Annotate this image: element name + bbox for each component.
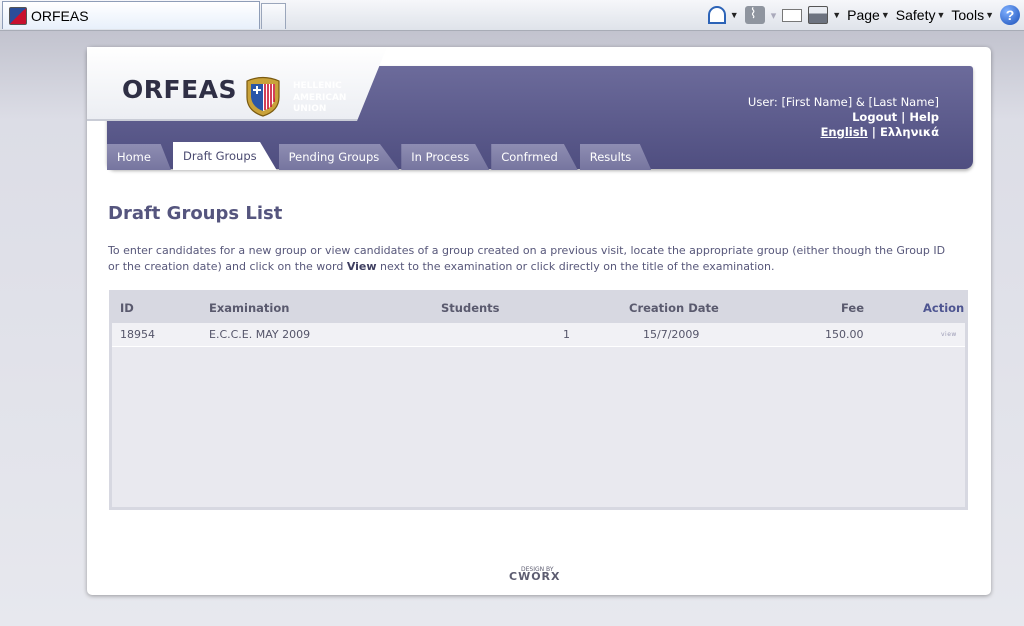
tab-results[interactable]: Results bbox=[579, 144, 652, 170]
language-english-link[interactable]: English bbox=[821, 125, 868, 139]
safety-menu[interactable]: Safety ▼ bbox=[896, 7, 946, 23]
help-link[interactable]: Help bbox=[909, 110, 939, 124]
page-title: Draft Groups List bbox=[108, 203, 283, 224]
browser-toolbar: ORFEAS ▼ ▾ ▼ Page▼ Safety▼ Tools▼ ? bbox=[0, 0, 1024, 31]
tab-confirmed[interactable]: Confrmed bbox=[491, 144, 578, 170]
logout-link[interactable]: Logout bbox=[852, 110, 897, 124]
view-keyword: View bbox=[346, 260, 377, 273]
column-header-examination[interactable]: Examination bbox=[209, 293, 289, 323]
column-header-action: Action bbox=[923, 301, 965, 315]
tab-pending-groups[interactable]: Pending Groups bbox=[278, 144, 400, 170]
print-dropdown-icon[interactable]: ▼ bbox=[832, 10, 841, 20]
org-name: HELLENIC AMERICAN UNION bbox=[293, 81, 347, 114]
column-header-fee[interactable]: Fee bbox=[841, 293, 864, 323]
user-name: User: [First Name] & [Last Name] bbox=[747, 95, 939, 109]
chevron-down-icon: ▼ bbox=[880, 10, 890, 20]
chevron-down-icon: ▼ bbox=[985, 10, 994, 20]
cell-examination-link[interactable]: E.C.C.E. MAY 2009 bbox=[209, 323, 310, 347]
column-header-students[interactable]: Students bbox=[441, 293, 500, 323]
tab-in-process[interactable]: In Process bbox=[401, 144, 490, 170]
tools-menu[interactable]: Tools ▼ bbox=[951, 7, 994, 23]
cell-creation-date: 15/7/2009 bbox=[643, 328, 700, 341]
language-greek-link[interactable]: Ελληνικά bbox=[880, 125, 939, 139]
cell-id: 18954 bbox=[120, 328, 155, 341]
chevron-down-icon: ▼ bbox=[936, 10, 946, 20]
mail-icon[interactable] bbox=[782, 8, 803, 22]
page-menu[interactable]: Page ▼ bbox=[847, 7, 890, 23]
table-header: ID Examination Students Creation Date Fe… bbox=[112, 293, 965, 323]
home-dropdown-icon[interactable]: ▼ bbox=[730, 10, 739, 20]
user-panel: User: [First Name] & [Last Name] Logout … bbox=[747, 95, 939, 139]
tab-home[interactable]: Home bbox=[107, 144, 171, 170]
draft-groups-table: ID Examination Students Creation Date Fe… bbox=[109, 290, 968, 510]
command-bar: ▼ ▾ ▼ Page▼ Safety▼ Tools▼ ? bbox=[707, 0, 1024, 30]
new-tab-button[interactable] bbox=[261, 3, 286, 29]
page-container: User: [First Name] & [Last Name] Logout … bbox=[87, 47, 991, 595]
main-nav-tabs: Home Draft Groups Pending Groups In Proc… bbox=[107, 142, 653, 170]
site-logo[interactable]: ORFEAS bbox=[122, 75, 237, 104]
column-header-creation-date[interactable]: Creation Date bbox=[629, 293, 719, 323]
feeds-icon[interactable] bbox=[744, 5, 765, 24]
feeds-dropdown-icon[interactable]: ▾ bbox=[771, 9, 777, 22]
browser-tab[interactable]: ORFEAS bbox=[2, 1, 260, 29]
intro-text: To enter candidates for a new group or v… bbox=[108, 244, 946, 273]
tab-draft-groups[interactable]: Draft Groups bbox=[172, 142, 277, 170]
cell-students: 1 bbox=[563, 328, 570, 341]
site-favicon-icon bbox=[9, 6, 27, 25]
column-header-id[interactable]: ID bbox=[120, 293, 134, 323]
home-icon[interactable] bbox=[707, 6, 726, 24]
hau-shield-icon bbox=[246, 76, 280, 117]
help-icon[interactable]: ? bbox=[1000, 5, 1020, 25]
table-row: 18954 E.C.C.E. MAY 2009 1 15/7/2009 150.… bbox=[112, 323, 965, 347]
browser-tab-title: ORFEAS bbox=[31, 7, 89, 24]
view-link[interactable]: view bbox=[941, 323, 957, 347]
print-icon[interactable] bbox=[808, 6, 829, 24]
cell-fee: 150.00 bbox=[825, 328, 864, 341]
